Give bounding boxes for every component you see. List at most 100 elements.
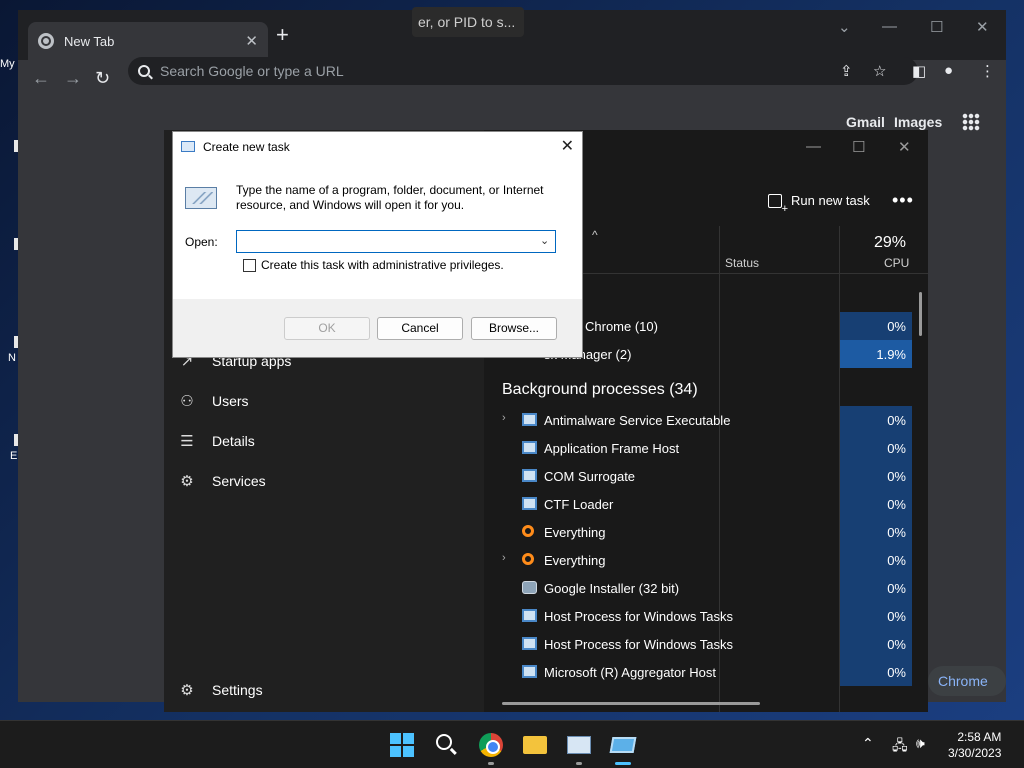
file-explorer-icon[interactable] <box>523 736 547 754</box>
process-cpu: 0% <box>840 546 912 574</box>
app-window-icon <box>522 609 537 622</box>
vertical-scrollbar[interactable] <box>919 292 922 336</box>
active-indicator <box>615 762 631 765</box>
volume-icon[interactable]: 🕪 <box>916 735 925 752</box>
horizontal-scrollbar[interactable] <box>502 702 760 705</box>
profile-icon[interactable]: ● <box>944 62 953 79</box>
chrome-icon[interactable] <box>479 733 503 757</box>
table-row[interactable]: COM Surrogate 0% <box>484 462 928 490</box>
app-window-icon <box>522 637 537 650</box>
admin-privileges-checkbox[interactable]: Create this task with administrative pri… <box>243 258 504 272</box>
google-apps-grid-icon[interactable] <box>962 113 980 131</box>
run-dialog-icon <box>181 141 195 152</box>
run-new-task-button[interactable]: Run new task <box>768 193 870 215</box>
running-indicator <box>488 762 494 765</box>
open-input[interactable] <box>236 230 556 253</box>
table-row[interactable]: Host Process for Windows Tasks 0% <box>484 602 928 630</box>
table-row[interactable]: Google Installer (32 bit) 0% <box>484 574 928 602</box>
tab-close-icon[interactable]: ✕ <box>245 32 258 50</box>
address-bar[interactable]: Search Google or type a URL <box>128 57 918 85</box>
background-processes-group[interactable]: Background processes (34) <box>502 381 698 399</box>
sidebar-item-services[interactable]: ⚙ Services <box>178 472 265 490</box>
sidebar-item-users[interactable]: ⚇ Users <box>178 392 248 410</box>
table-row[interactable]: CTF Loader 0% <box>484 490 928 518</box>
table-row[interactable]: Microsoft (R) Aggregator Host 0% <box>484 658 928 686</box>
app-window-icon <box>522 497 537 510</box>
process-cpu: 0% <box>840 406 912 434</box>
installer-icon <box>522 581 537 594</box>
back-arrow-icon[interactable]: ← <box>32 68 50 89</box>
app-window-icon <box>522 413 537 426</box>
ok-button[interactable]: OK <box>284 317 370 340</box>
clock-time: 2:58 AM <box>957 730 1002 744</box>
table-row[interactable]: › Everything 0% <box>484 546 928 574</box>
browse-button[interactable]: Browse... <box>471 317 557 340</box>
sidebar-item-details[interactable]: ☰ Details <box>178 432 255 450</box>
column-cpu-header[interactable]: CPU <box>884 256 909 270</box>
maximize-icon[interactable]: ☐ <box>852 138 865 156</box>
process-name: Everything <box>544 553 606 568</box>
images-link[interactable]: Images <box>894 114 942 130</box>
start-windows-icon[interactable] <box>390 733 414 757</box>
minimize-icon[interactable]: — <box>806 138 821 155</box>
forward-arrow-icon[interactable]: → <box>64 68 82 89</box>
customize-chrome-button[interactable]: Chrome <box>928 666 1006 696</box>
reload-icon[interactable]: ↻ <box>95 68 110 89</box>
column-status-header[interactable]: Status <box>725 256 759 270</box>
open-label: Open: <box>185 235 218 249</box>
dialog-close-icon[interactable]: ✕ <box>561 136 574 156</box>
process-name: Everything <box>544 525 606 540</box>
process-cpu: 0% <box>840 462 912 490</box>
network-icon[interactable]: 🖧 <box>892 735 908 759</box>
task-manager-search-input[interactable]: er, or PID to s... <box>412 7 524 37</box>
process-cpu: 0% <box>840 630 912 658</box>
tray-chevron-up-icon[interactable]: ⌃ <box>862 735 874 752</box>
table-row[interactable]: › Antimalware Service Executable 0% <box>484 406 928 434</box>
process-name: Application Frame Host <box>544 441 680 456</box>
close-icon[interactable]: ✕ <box>976 18 989 36</box>
checkbox-box[interactable] <box>243 258 256 272</box>
gmail-link[interactable]: Gmail <box>846 114 885 130</box>
process-cpu: 0% <box>840 658 912 686</box>
process-cpu: 0% <box>840 434 912 462</box>
run-dialog-taskbar-icon[interactable] <box>609 737 637 753</box>
more-options-icon[interactable]: ••• <box>892 190 914 211</box>
dialog-titlebar: Create new task ✕ <box>173 132 582 161</box>
app-window-icon <box>522 441 537 454</box>
new-tab-button[interactable]: + <box>276 24 289 46</box>
menu-kebab-icon[interactable]: ⋮ <box>980 62 995 80</box>
sort-caret-icon[interactable]: ^ <box>592 228 598 242</box>
task-manager-icon[interactable] <box>567 736 591 754</box>
cancel-button[interactable]: Cancel <box>377 317 463 340</box>
tab-new-tab[interactable]: New Tab ✕ <box>28 22 268 60</box>
minimize-icon[interactable]: — <box>882 18 897 35</box>
share-icon[interactable]: ⇪ <box>840 62 853 80</box>
search-icon <box>138 65 150 77</box>
create-new-task-dialog: Create new task ✕ Type the name of a pro… <box>172 131 583 358</box>
sidebar-item-settings[interactable]: ⚙ Settings <box>178 681 262 699</box>
app-window-icon <box>522 469 537 482</box>
desktop-icon-label[interactable]: My <box>0 58 20 70</box>
table-row[interactable]: Application Frame Host 0% <box>484 434 928 462</box>
maximize-icon[interactable]: ☐ <box>930 18 943 36</box>
services-gear-icon: ⚙ <box>180 473 194 490</box>
bookmark-star-icon[interactable]: ☆ <box>873 62 886 80</box>
run-new-task-label: Run new task <box>791 193 870 208</box>
everything-search-icon <box>522 525 534 537</box>
table-row[interactable]: Host Process for Windows Tasks 0% <box>484 630 928 658</box>
app-window-icon <box>522 665 537 678</box>
expand-chevron-icon[interactable]: › <box>502 552 506 564</box>
tab-search-chevron-icon[interactable]: ⌄ <box>838 18 851 36</box>
expand-chevron-icon[interactable]: › <box>502 412 506 424</box>
taskbar-search-icon[interactable] <box>435 733 459 757</box>
process-name: Google Installer (32 bit) <box>544 581 680 596</box>
users-icon: ⚇ <box>180 393 194 410</box>
clock[interactable]: 2:58 AM 3/30/2023 <box>948 729 1001 761</box>
table-row[interactable]: Everything 0% <box>484 518 928 546</box>
chevron-down-icon[interactable]: ⌄ <box>540 234 549 247</box>
address-placeholder: Search Google or type a URL <box>160 63 344 79</box>
close-icon[interactable]: ✕ <box>898 138 911 156</box>
process-name: Chrome (10) <box>585 319 658 334</box>
dialog-body: Type the name of a program, folder, docu… <box>173 161 582 299</box>
side-panel-icon[interactable]: ◧ <box>912 62 926 80</box>
